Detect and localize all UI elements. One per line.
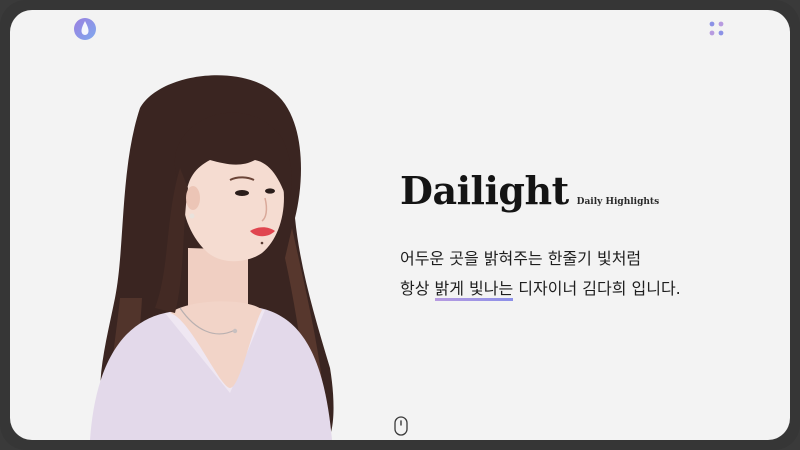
hero-title-row: Dailight Daily Highlights	[400, 168, 659, 213]
hero-line-2: 항상 밝게 빛나는 디자이너 김다희 입니다.	[400, 274, 681, 304]
hero-subtitle: Daily Highlights	[576, 197, 660, 207]
hero-line-2-prefix: 항상	[400, 279, 435, 298]
hero-line-1: 어두운 곳을 밝혀주는 한줄기 빛처럼	[400, 249, 642, 268]
device-frame: Dailight Daily Highlights 어두운 곳을 밝혀주는 한줄…	[0, 0, 800, 450]
drop-logo-icon[interactable]	[73, 17, 97, 41]
page-viewport: Dailight Daily Highlights 어두운 곳을 밝혀주는 한줄…	[10, 10, 790, 440]
mouse-scroll-icon[interactable]	[394, 416, 408, 436]
hero-line-2-suffix: 디자이너 김다희 입니다.	[513, 279, 681, 298]
hero-description: 어두운 곳을 밝혀주는 한줄기 빛처럼 항상 밝게 빛나는 디자이너 김다희 입…	[400, 244, 681, 304]
designer-portrait	[90, 75, 334, 440]
four-dots-menu-icon[interactable]	[707, 19, 727, 39]
hero-title: Dailight	[400, 168, 569, 213]
hero-line-2-highlight: 밝게 빛나는	[434, 274, 513, 304]
